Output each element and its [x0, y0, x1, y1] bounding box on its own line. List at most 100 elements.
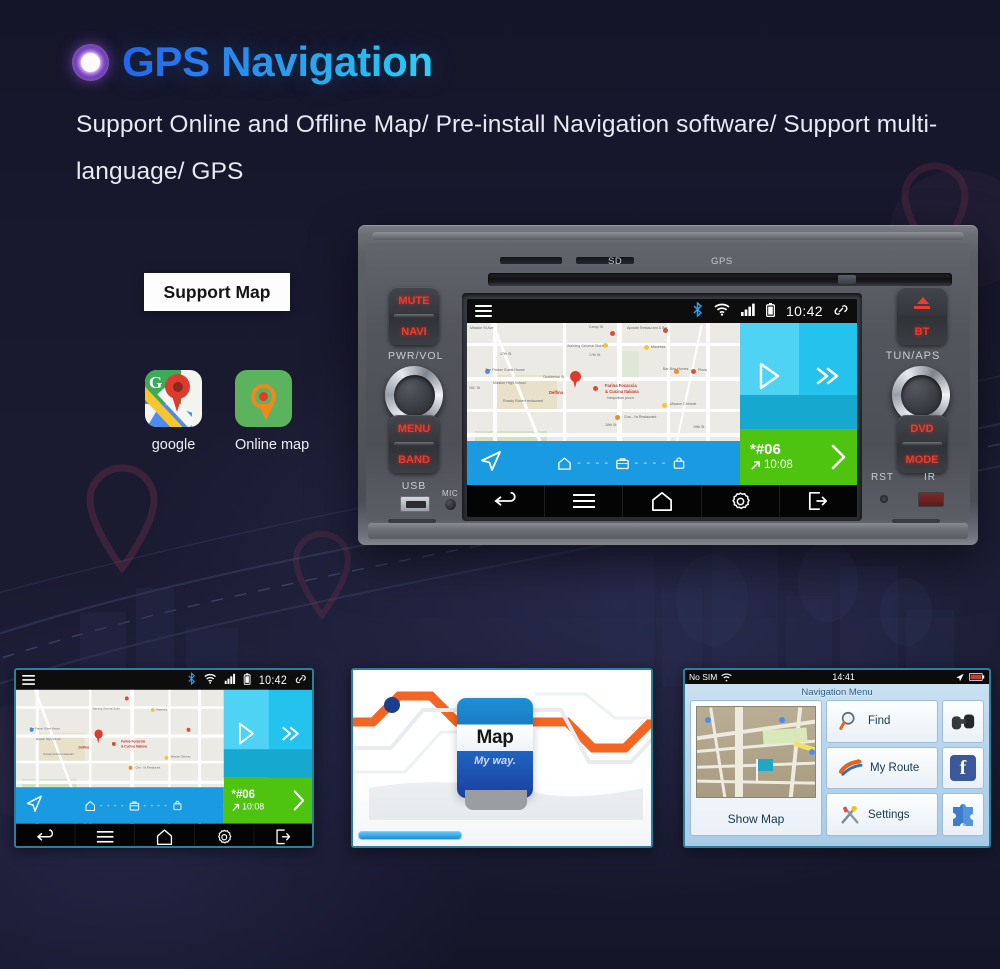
head-unit-screen-thumb[interactable]: 10:42 Warning General Store Maverick The…	[14, 668, 314, 848]
dvd-mode-rocker-button[interactable]: DVD MODE	[897, 415, 947, 473]
settings-button[interactable]	[195, 823, 255, 846]
battery-icon	[243, 672, 251, 687]
back-button[interactable]	[16, 823, 76, 846]
eject-icon-bar	[914, 306, 930, 309]
head-unit-top-strip	[372, 232, 964, 240]
shortcut-binoculars[interactable]	[942, 700, 984, 743]
menu-icon[interactable]	[22, 674, 36, 686]
status-bar: 10:42	[467, 299, 857, 323]
play-icon	[760, 362, 780, 390]
reset-pinhole[interactable]	[880, 495, 888, 503]
settings-icon	[732, 491, 750, 509]
eject-bt-button[interactable]: BT	[897, 287, 947, 345]
back-button[interactable]	[467, 485, 546, 517]
menu-item-my-route[interactable]: My Route	[826, 746, 938, 790]
navigation-arrow-icon	[25, 793, 43, 817]
screen-navbar	[16, 823, 312, 846]
binoculars-icon	[951, 714, 975, 730]
menu-button[interactable]	[76, 823, 136, 846]
status-time: 10:42	[785, 303, 823, 319]
map-app-online-map[interactable]: Online map	[235, 370, 309, 453]
band-button-label: BAND	[398, 454, 430, 466]
home-icon	[85, 800, 96, 811]
back-icon	[493, 492, 516, 506]
map-app-google[interactable]: G google	[145, 370, 202, 453]
bluetooth-icon	[187, 671, 195, 687]
map-viewport[interactable]: Mission St Ave Warning General Store Cam…	[467, 323, 740, 485]
home-button[interactable]	[623, 485, 702, 517]
tune-aps-label: TUN/APS	[885, 350, 941, 362]
exit-icon	[809, 491, 828, 511]
status-bar: 10:42	[16, 670, 312, 690]
menu-button-label: MENU	[397, 423, 431, 435]
mute-button-label: MUTE	[398, 295, 430, 307]
exit-button[interactable]	[780, 485, 857, 517]
call-tile[interactable]: *#06 10:08	[223, 777, 312, 824]
sd-card-slot[interactable]	[500, 257, 562, 264]
head-unit-screen[interactable]: 10:42 Mission St Ave Warning General Sto…	[467, 299, 857, 517]
show-map-panel[interactable]: Show Map	[690, 700, 822, 836]
menu-item-find[interactable]: Find	[826, 700, 938, 743]
shortcut-puzzle[interactable]	[942, 793, 984, 837]
home-button[interactable]	[135, 823, 195, 846]
menu-band-rocker-button[interactable]: MENU BAND	[389, 415, 439, 473]
wifi-icon	[721, 673, 733, 681]
chevron-right-icon[interactable]	[291, 788, 308, 813]
call-time-row: 10:08	[750, 458, 828, 473]
outgoing-call-arrow-icon	[751, 461, 760, 470]
navigation-menu-screen: No SIM 14:41 Navigation Menu Show Map Fi…	[685, 670, 989, 846]
rocker-split	[394, 314, 434, 318]
power-volume-label: PWR/VOL	[388, 350, 444, 362]
chevron-right-icon[interactable]	[828, 442, 850, 472]
map-pin-icon	[235, 370, 292, 427]
signal-icon	[740, 303, 755, 319]
map-my-way-splash-thumb[interactable]: Map My way.	[351, 668, 653, 848]
settings-button[interactable]	[702, 485, 780, 517]
reset-label: RST	[871, 472, 894, 483]
call-time: 10:08	[764, 459, 793, 471]
map-location-pin	[570, 371, 581, 388]
media-tile[interactable]	[223, 689, 312, 778]
menu-icon	[96, 831, 114, 843]
ir-label: IR	[924, 472, 936, 483]
mute-navi-rocker-button[interactable]: MUTE NAVI	[389, 287, 439, 345]
route-info-bar: - - - - - - - -	[467, 441, 740, 485]
page-title: GPS Navigation	[122, 38, 433, 85]
screen-body: Warning General Store Maverick The Parke…	[16, 689, 312, 824]
usb-port[interactable]	[400, 496, 430, 512]
navigation-menu-thumb[interactable]: No SIM 14:41 Navigation Menu Show Map Fi…	[683, 668, 991, 848]
disc-slot[interactable]	[488, 273, 952, 286]
media-tile[interactable]	[740, 323, 857, 429]
gps-card-slot[interactable]	[576, 257, 634, 264]
bag-icon	[673, 456, 684, 469]
tiles-pane: *#06 10:08	[223, 689, 312, 824]
rocker-split	[394, 442, 434, 446]
status-icons: 10:42	[692, 301, 848, 320]
bluetooth-icon	[692, 301, 703, 320]
map-viewport[interactable]: Warning General Store Maverick The Parke…	[16, 689, 224, 824]
menu-icon[interactable]	[475, 304, 492, 318]
route-icon	[839, 758, 863, 776]
dvd-button-label: DVD	[910, 423, 934, 435]
exit-icon	[276, 829, 291, 845]
home-icon	[652, 491, 672, 511]
fast-forward-icon	[282, 726, 299, 741]
menu-grid: Show Map Find My Route Settings f	[685, 700, 989, 841]
menu-button[interactable]	[545, 485, 624, 517]
menu-item-label: Find	[868, 715, 891, 728]
car-head-unit: SD GPS MUTE NAVI PWR/VOL MENU BAND USB M…	[358, 225, 978, 545]
bag-icon	[173, 800, 182, 810]
support-map-badge: Support Map	[144, 273, 290, 311]
google-maps-icon: G	[145, 370, 202, 427]
call-tile[interactable]: *#06 10:08	[740, 429, 857, 485]
status-icons: 10:42	[187, 671, 306, 687]
mic-label: MIC	[442, 489, 459, 498]
status-time: 14:41	[832, 672, 855, 682]
shortcut-facebook[interactable]: f	[942, 746, 984, 790]
puzzle-icon	[953, 803, 973, 826]
screen-navbar	[467, 485, 857, 517]
splash-screen: Map My way.	[353, 670, 651, 846]
exit-button[interactable]	[254, 824, 312, 846]
screen-bezel: 10:42 Mission St Ave Warning General Sto…	[462, 293, 862, 521]
menu-item-settings[interactable]: Settings	[826, 793, 938, 837]
